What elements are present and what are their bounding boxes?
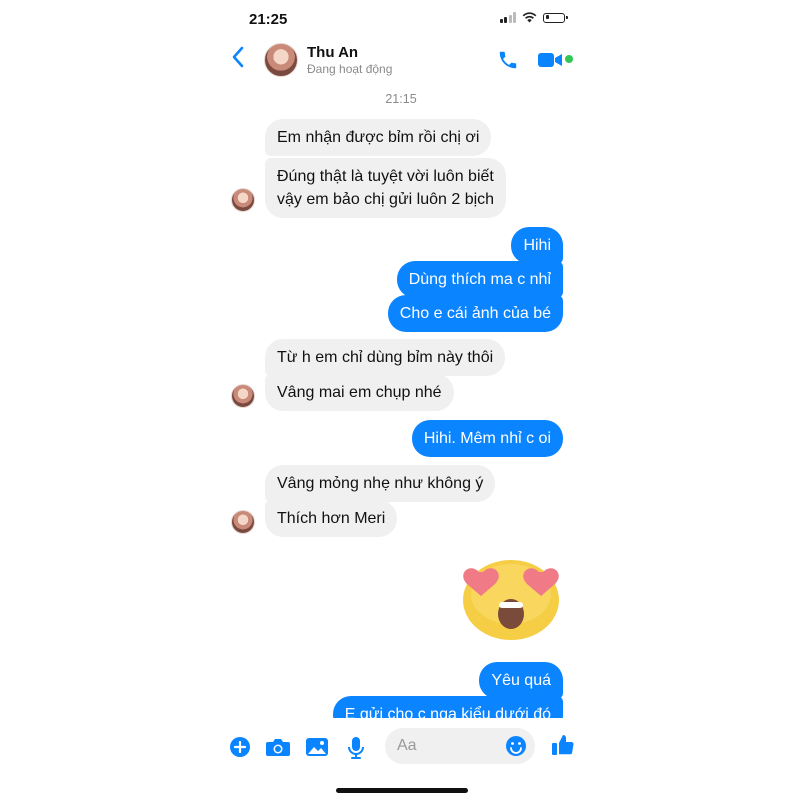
camera-icon[interactable] <box>265 736 291 758</box>
contact-avatar[interactable] <box>264 43 298 77</box>
message-incoming[interactable]: Vâng mai em chụp nhé <box>265 374 454 411</box>
contact-status: Đang hoạt động <box>307 62 393 76</box>
message-input-placeholder: Aa <box>397 737 417 754</box>
home-indicator[interactable] <box>336 788 468 793</box>
heart-eyes-emoji-icon[interactable] <box>459 552 563 642</box>
phone-screen: 21:25 Thu An Đang hoạt động 21:15 Em nhậ… <box>217 0 585 800</box>
status-time: 21:25 <box>249 11 288 28</box>
message-outgoing[interactable]: Hihi. Mêm nhỉ c oi <box>411 420 563 457</box>
message-incoming[interactable]: Thích hơn Meri <box>265 500 398 537</box>
message-input[interactable]: Aa <box>385 728 535 764</box>
message-outgoing[interactable]: E gửi cho c ngạ kiểu dưới đó <box>332 696 563 718</box>
message-incoming[interactable]: Từ h em chỉ dùng bỉm này thôi <box>265 339 506 376</box>
image-icon[interactable] <box>305 736 329 758</box>
call-icon[interactable] <box>497 49 519 71</box>
status-icons <box>499 12 568 23</box>
message-incoming[interactable]: Em nhận được bỉm rồi chị ơi <box>265 119 492 156</box>
battery-icon <box>543 12 568 23</box>
like-icon[interactable] <box>551 733 575 757</box>
message-outgoing[interactable]: Cho e cái ảnh của bé <box>387 295 563 332</box>
message-outgoing[interactable]: Hihi <box>511 227 563 264</box>
message-list[interactable]: 21:15 Em nhận được bỉm rồi chị ơi Đúng t… <box>217 82 585 718</box>
status-bar: 21:25 <box>217 0 585 36</box>
sender-avatar <box>231 510 255 534</box>
sender-avatar <box>231 384 255 408</box>
mic-icon[interactable] <box>347 736 365 760</box>
message-outgoing[interactable]: Dùng thích ma c nhỉ <box>396 261 563 298</box>
video-icon[interactable] <box>537 51 563 69</box>
wifi-icon <box>522 12 537 23</box>
message-outgoing[interactable]: Yêu quá <box>479 662 563 699</box>
message-incoming[interactable]: Đúng thật là tuyệt vời luôn biết vậy em … <box>265 158 507 218</box>
online-indicator <box>565 55 573 63</box>
plus-icon[interactable] <box>229 736 251 758</box>
back-icon[interactable] <box>231 46 245 68</box>
signal-icon <box>499 12 516 23</box>
composer-bar: Aa <box>217 718 585 778</box>
message-incoming[interactable]: Vâng mỏng nhẹ như không ý <box>265 465 496 502</box>
smiley-icon[interactable] <box>505 735 527 757</box>
chat-header: Thu An Đang hoạt động <box>217 36 585 82</box>
sender-avatar <box>231 188 255 212</box>
chat-timestamp: 21:15 <box>385 92 417 106</box>
contact-name[interactable]: Thu An <box>307 44 358 61</box>
